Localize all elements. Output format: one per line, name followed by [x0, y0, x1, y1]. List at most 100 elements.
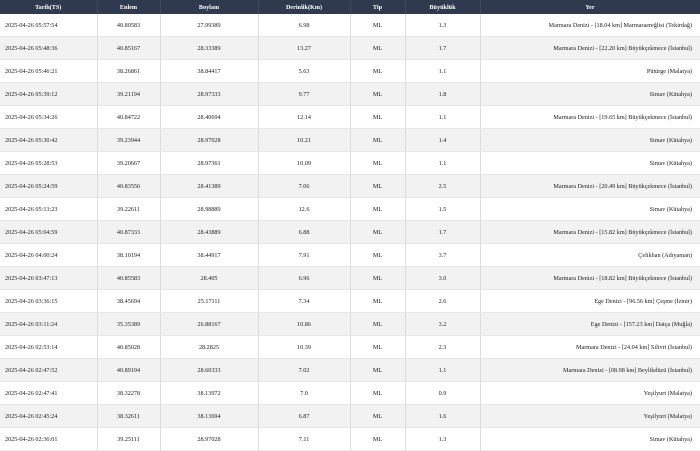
cell-location: Marmara Denizi - [18.82 km] Büyükçekmece…	[480, 266, 700, 290]
cell-date: 2025-04-26 05:46:21	[0, 59, 98, 83]
cell-magnitude: 1.7	[405, 36, 481, 60]
table-row[interactable]: 2025-04-26 05:34:26 40.84722 28.40694 12.14…	[0, 105, 700, 129]
cell-latitude: 40.83556	[97, 174, 161, 198]
cell-depth: 10.09	[258, 151, 351, 175]
cell-longitude: 28.97028	[160, 128, 259, 152]
earthquake-table: Tarih(TS) Enlem Boylam Derinlik(Km) Tip …	[0, 0, 700, 451]
cell-type: ML	[350, 289, 406, 313]
cell-date: 2025-04-26 03:11:24	[0, 312, 98, 336]
cell-date: 2025-04-26 05:04:59	[0, 220, 98, 244]
table-row[interactable]: 2025-04-26 03:36:15 38.45694 25.17111 7.34 M…	[0, 289, 700, 313]
table-row[interactable]: 2025-04-26 02:53:14 40.85028 28.2825 10.39 M…	[0, 335, 700, 359]
cell-location: Marmara Denizi - [08.98 km] Beylikdüzü (…	[480, 358, 700, 382]
cell-magnitude: 1.3	[405, 427, 481, 451]
cell-longitude: 28.97028	[160, 427, 259, 451]
table-row[interactable]: 2025-04-26 05:46:21 38.26861 38.84417 5.63 M…	[0, 59, 700, 83]
table-row[interactable]: 2025-04-26 05:39:12 39.21194 28.97333 9.77 M…	[0, 82, 700, 106]
cell-date: 2025-04-26 02:36:01	[0, 427, 98, 451]
cell-type: ML	[350, 220, 406, 244]
cell-latitude: 40.85167	[97, 36, 161, 60]
header-longitude[interactable]: Boylam	[160, 0, 259, 14]
cell-location: Yeşilyurt (Malatya)	[480, 404, 700, 428]
cell-depth: 12.14	[258, 105, 351, 129]
cell-date: 2025-04-26 05:30:42	[0, 128, 98, 152]
cell-latitude: 39.23944	[97, 128, 161, 152]
cell-type: ML	[350, 243, 406, 267]
cell-magnitude: 1.1	[405, 151, 481, 175]
cell-location: Simav (Kütahya)	[480, 427, 700, 451]
cell-magnitude: 3.2	[405, 312, 481, 336]
cell-latitude: 40.87333	[97, 220, 161, 244]
cell-type: ML	[350, 82, 406, 106]
cell-date: 2025-04-26 02:47:52	[0, 358, 98, 382]
cell-date: 2025-04-26 02:47:41	[0, 381, 98, 405]
cell-type: ML	[350, 36, 406, 60]
cell-location: Marmara Denizi - [22.20 km] Büyükçekmece…	[480, 36, 700, 60]
cell-latitude: 39.25111	[97, 427, 161, 451]
cell-magnitude: 1.5	[405, 197, 481, 221]
table-row[interactable]: 2025-04-26 02:47:52 40.89194 28.60333 7.02 M…	[0, 358, 700, 382]
cell-date: 2025-04-26 05:39:12	[0, 82, 98, 106]
cell-magnitude: 1.6	[405, 404, 481, 428]
cell-location: Marmara Denizi - [24.04 km] Silivri (İst…	[480, 335, 700, 359]
cell-date: 2025-04-26 05:57:54	[0, 14, 98, 37]
cell-location: Pütürge (Malatya)	[480, 59, 700, 83]
cell-magnitude: 1.3	[405, 14, 481, 37]
cell-type: ML	[350, 358, 406, 382]
header-magnitude[interactable]: Büyüklük	[405, 0, 481, 14]
cell-longitude: 28.33389	[160, 36, 259, 60]
cell-magnitude: 1.1	[405, 358, 481, 382]
cell-location: Simav (Kütahya)	[480, 151, 700, 175]
cell-date: 2025-04-26 05:48:36	[0, 36, 98, 60]
table-row[interactable]: 2025-04-26 03:47:13 40.85583 28.405 6.96 ML 3…	[0, 266, 700, 290]
table-row[interactable]: 2025-04-26 05:48:36 40.85167 28.33389 13.27…	[0, 36, 700, 60]
table-row[interactable]: 2025-04-26 05:57:54 40.80583 27.99389 6.98 M…	[0, 14, 700, 37]
header-depth[interactable]: Derinlik(Km)	[258, 0, 351, 14]
cell-type: ML	[350, 312, 406, 336]
cell-latitude: 38.32278	[97, 381, 161, 405]
cell-longitude: 38.84417	[160, 59, 259, 83]
table-row[interactable]: 2025-04-26 05:24:59 40.83556 28.41389 7.06 M…	[0, 174, 700, 198]
cell-depth: 9.77	[258, 82, 351, 106]
cell-type: ML	[350, 335, 406, 359]
table-row[interactable]: 2025-04-26 04:00:24 38.10194 38.44917 7.91 M…	[0, 243, 700, 267]
cell-location: Marmara Denizi - [20.49 km] Büyükçekmece…	[480, 174, 700, 198]
cell-longitude: 28.40694	[160, 105, 259, 129]
cell-longitude: 28.2825	[160, 335, 259, 359]
table-row[interactable]: 2025-04-26 05:30:42 39.23944 28.97028 10.21…	[0, 128, 700, 152]
cell-date: 2025-04-26 03:36:15	[0, 289, 98, 313]
cell-date: 2025-04-26 05:28:53	[0, 151, 98, 175]
table-row[interactable]: 2025-04-26 05:04:59 40.87333 28.43889 6.88 M…	[0, 220, 700, 244]
cell-latitude: 39.21194	[97, 82, 161, 106]
cell-depth: 10.21	[258, 128, 351, 152]
cell-type: ML	[350, 14, 406, 37]
cell-latitude: 38.32611	[97, 404, 161, 428]
header-type[interactable]: Tip	[350, 0, 406, 14]
cell-magnitude: 1.4	[405, 128, 481, 152]
table-row[interactable]: 2025-04-26 02:45:24 38.32611 38.13694 6.87 M…	[0, 404, 700, 428]
cell-depth: 5.63	[258, 59, 351, 83]
cell-latitude: 40.80583	[97, 14, 161, 37]
table-row[interactable]: 2025-04-26 02:47:41 38.32278 38.13972 7.0 ML…	[0, 381, 700, 405]
table-body: 2025-04-26 05:57:54 40.80583 27.99389 6.98 M…	[0, 14, 700, 451]
cell-longitude: 28.41389	[160, 174, 259, 198]
header-date[interactable]: Tarih(TS)	[0, 0, 98, 14]
cell-longitude: 38.13972	[160, 381, 259, 405]
table-row[interactable]: 2025-04-26 02:36:01 39.25111 28.97028 7.11 M…	[0, 427, 700, 451]
cell-depth: 6.98	[258, 14, 351, 37]
cell-longitude: 38.13694	[160, 404, 259, 428]
cell-latitude: 40.85583	[97, 266, 161, 290]
cell-latitude: 40.85028	[97, 335, 161, 359]
cell-type: ML	[350, 128, 406, 152]
cell-location: Marmara Denizi - [18.04 km] Marmaraereğl…	[480, 14, 700, 37]
cell-location: Simav (Kütahya)	[480, 197, 700, 221]
cell-location: Ege Denizi - [96.56 km] Çeşme (İzmir)	[480, 289, 700, 313]
cell-magnitude: 1.1	[405, 59, 481, 83]
table-row[interactable]: 2025-04-26 05:28:53 39.20667 28.97361 10.09…	[0, 151, 700, 175]
header-latitude[interactable]: Enlem	[97, 0, 161, 14]
header-location[interactable]: Yer	[480, 0, 700, 14]
table-row[interactable]: 2025-04-26 05:13:23 39.22611 28.98889 12.6 M…	[0, 197, 700, 221]
cell-longitude: 38.44917	[160, 243, 259, 267]
cell-depth: 6.88	[258, 220, 351, 244]
table-row[interactable]: 2025-04-26 03:11:24 35.35389 26.88167 10.86…	[0, 312, 700, 336]
